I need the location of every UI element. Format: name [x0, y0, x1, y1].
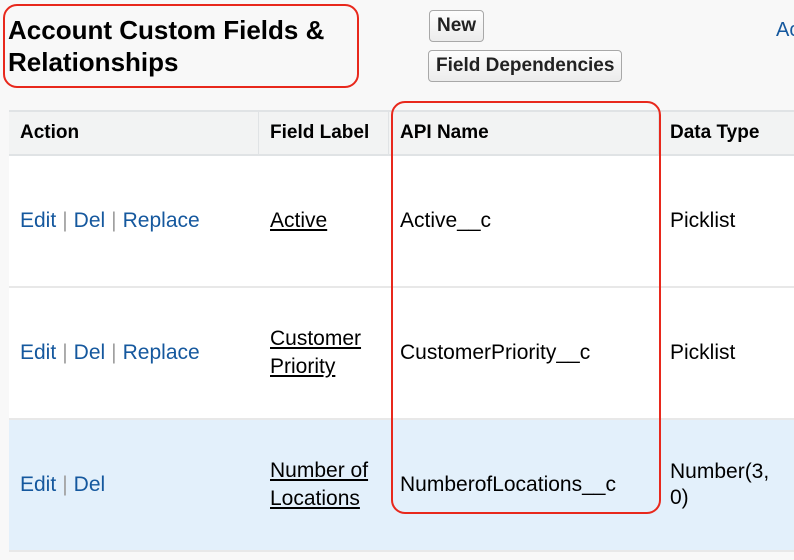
header-field-label[interactable]: Field Label	[259, 112, 389, 154]
field-label-link[interactable]: Active	[270, 209, 327, 232]
action-links: Edit | Del | Replace	[9, 341, 259, 365]
separator: |	[62, 341, 68, 364]
header-action[interactable]: Action	[9, 112, 259, 154]
api-name: Active__c	[400, 209, 492, 232]
edit-link[interactable]: Edit	[20, 473, 56, 496]
separator: |	[62, 473, 68, 496]
del-link[interactable]: Del	[74, 473, 106, 496]
top-right-link[interactable]: Ac	[776, 19, 794, 42]
table-row: Edit | Del | Replace Customer Priority Custo…	[9, 288, 794, 420]
edit-link[interactable]: Edit	[20, 341, 56, 364]
data-type: Picklist	[670, 341, 736, 364]
api-name: NumberofLocations__c	[400, 473, 616, 496]
action-links: Edit | Del | Replace	[9, 209, 259, 233]
table-row: Edit | Del | Replace Active Active__c Pickli…	[9, 156, 794, 288]
data-type: Picklist	[670, 209, 736, 232]
replace-link[interactable]: Replace	[123, 341, 200, 364]
field-dependencies-button[interactable]: Field Dependencies	[428, 50, 623, 82]
separator: |	[111, 209, 117, 232]
edit-link[interactable]: Edit	[20, 209, 56, 232]
header-data-type[interactable]: Data Type	[659, 112, 794, 154]
data-type: Number(3, 0)	[670, 460, 770, 509]
field-label-link[interactable]: Number of Locations	[270, 459, 368, 510]
del-link[interactable]: Del	[74, 209, 106, 232]
separator: |	[62, 209, 68, 232]
header-api-name[interactable]: API Name	[389, 112, 659, 154]
replace-link[interactable]: Replace	[123, 209, 200, 232]
table-header: Action Field Label API Name Data Type	[9, 110, 794, 156]
api-name: CustomerPriority__c	[400, 341, 591, 364]
separator: |	[111, 341, 117, 364]
page-title: Account Custom Fields & Relationships	[8, 15, 325, 77]
del-link[interactable]: Del	[74, 341, 106, 364]
field-label-link[interactable]: Customer Priority	[270, 327, 361, 378]
table-row: Edit | Del Number of Locations NumberofLoc…	[9, 420, 794, 552]
custom-fields-table: Action Field Label API Name Data Type Ed…	[9, 110, 794, 552]
new-button[interactable]: New	[429, 10, 485, 42]
action-links: Edit | Del	[9, 473, 259, 497]
